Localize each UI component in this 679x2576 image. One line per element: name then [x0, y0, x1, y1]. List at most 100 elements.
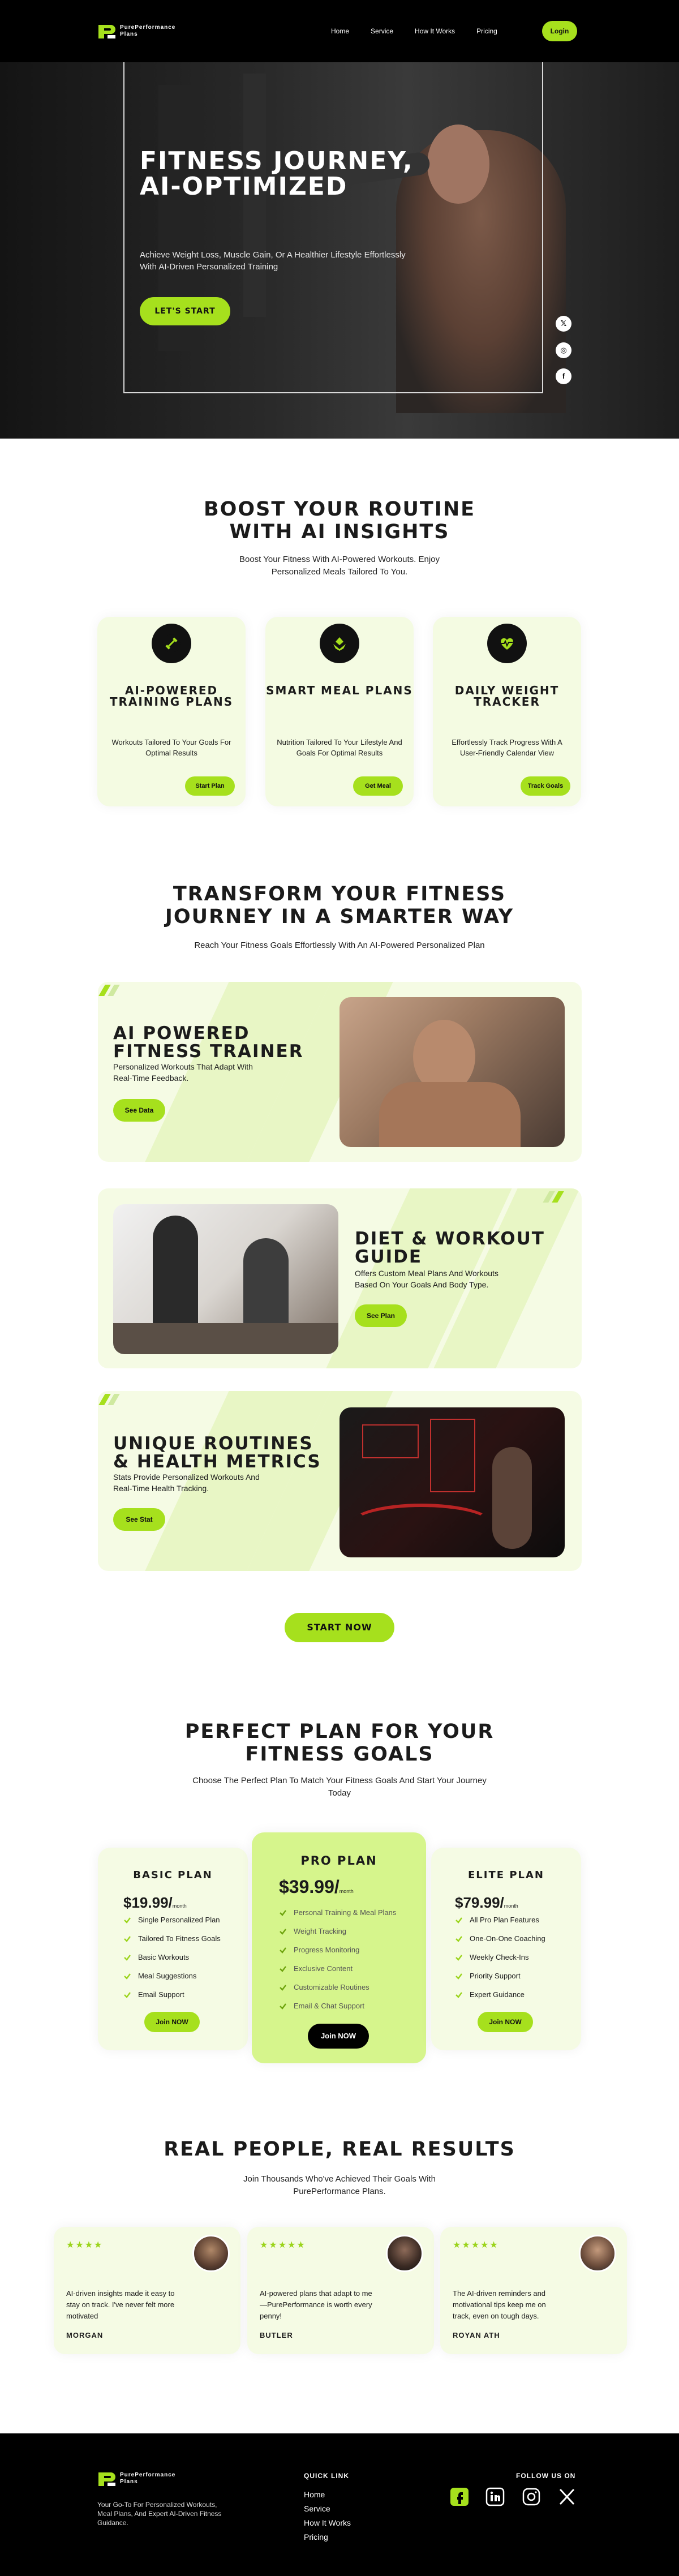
pricing-section-title: Perfect Plan For Your Fitness Goals: [184, 1720, 495, 1766]
see-data-button[interactable]: See Data: [113, 1099, 165, 1122]
testimonial-text: AI-powered plans that adapt to me—PurePe…: [260, 2289, 372, 2320]
check-icon: [455, 1917, 462, 1924]
feature-card-title: Daily Weight Tracker: [454, 684, 560, 709]
plan-price-period: month: [339, 1888, 354, 1894]
testimonials-section-subtitle: Join Thousands Who've Achieved Their Goa…: [243, 2174, 436, 2196]
nav-link-pricing[interactable]: Pricing: [476, 27, 497, 35]
transform-section-title: Transform Your Fitness Journey In A Smar…: [165, 883, 514, 928]
pricing-card-pro: Pro Plan $39.99/month Personal Training …: [252, 1832, 426, 2063]
plan-feature: Email & Chat Support: [279, 2002, 364, 2010]
lets-start-button[interactable]: Let's Start: [140, 297, 230, 325]
nav-link-service[interactable]: Service: [371, 27, 393, 35]
check-icon: [280, 1947, 286, 1954]
screen-shape: [430, 1419, 475, 1492]
linkedin-icon[interactable]: [485, 2487, 505, 2506]
person-shape: [492, 1447, 532, 1549]
join-now-button[interactable]: Join NOW: [144, 2012, 200, 2032]
feature-row-title: Diet & Workout Guide: [355, 1229, 545, 1267]
feature-card-title: Smart Meal Plans: [266, 684, 413, 697]
plan-price-period: month: [172, 1903, 187, 1909]
login-button[interactable]: Login: [542, 21, 577, 41]
track-goals-button[interactable]: Track Goals: [521, 776, 570, 796]
testimonial-text: AI-driven insights made it easy to stay …: [66, 2289, 175, 2320]
footer-link-how-it-works[interactable]: How It Works: [304, 2518, 351, 2527]
nav-link-home[interactable]: Home: [331, 27, 349, 35]
plan-feature: Personal Training & Meal Plans: [279, 1908, 396, 1917]
start-plan-button[interactable]: Start Plan: [185, 776, 235, 796]
logo-icon: [97, 2470, 117, 2487]
facebook-icon[interactable]: [450, 2487, 469, 2506]
check-icon: [280, 1928, 286, 1935]
instagram-icon[interactable]: ◎: [556, 342, 571, 358]
plan-feature-label: Email Support: [138, 1990, 184, 1999]
heart-pulse-icon: [487, 624, 527, 663]
avatar: [386, 2235, 423, 2272]
diet-workout-image: [113, 1204, 338, 1354]
feature-row-title: Unique Routines & Health Metrics: [113, 1433, 321, 1472]
plan-price: $39.99/month: [279, 1877, 354, 1897]
instagram-icon[interactable]: [522, 2487, 541, 2506]
plan-price-period: month: [504, 1903, 518, 1909]
footer-link-pricing[interactable]: Pricing: [304, 2532, 328, 2541]
nav-link-how-it-works[interactable]: How It Works: [415, 27, 455, 35]
plan-feature: All Pro Plan Features: [455, 1916, 539, 1924]
get-meal-button[interactable]: Get Meal: [353, 776, 403, 796]
feature-row-desc: Personalized Workouts That Adapt With Re…: [113, 1062, 253, 1083]
hero-subtitle: Achieve Weight Loss, Muscle Gain, Or A H…: [140, 250, 406, 272]
plan-feature-label: Customizable Routines: [294, 1983, 369, 1991]
join-now-button-pro[interactable]: Join NOW: [308, 2024, 369, 2049]
x-icon[interactable]: [557, 2487, 577, 2506]
check-icon: [124, 1973, 131, 1980]
check-icon: [455, 1991, 462, 1998]
check-icon: [124, 1991, 131, 1998]
check-icon: [455, 1973, 462, 1980]
trainer-phone-image: [340, 997, 565, 1147]
boost-section-subtitle: Boost Your Fitness With AI-Powered Worko…: [239, 555, 440, 577]
plan-feature-label: Priority Support: [470, 1972, 521, 1980]
plan-feature: Single Personalized Plan: [123, 1916, 220, 1924]
star-rating: ★★★★: [66, 2240, 104, 2250]
see-stat-button[interactable]: See Stat: [113, 1508, 165, 1531]
plan-feature-label: Weight Tracking: [294, 1927, 346, 1935]
plan-feature: Email Support: [123, 1990, 184, 1999]
start-now-button[interactable]: Start Now: [285, 1613, 394, 1642]
x-icon[interactable]: 𝕏: [556, 316, 571, 332]
plan-feature-label: Tailored To Fitness Goals: [138, 1934, 221, 1943]
footer-tagline: Your Go-To For Personalized Workouts, Me…: [97, 2501, 222, 2527]
plan-feature: Priority Support: [455, 1972, 521, 1980]
pricing-section-subtitle: Choose The Perfect Plan To Match Your Fi…: [192, 1776, 487, 1798]
plan-feature: Progress Monitoring: [279, 1946, 359, 1954]
plan-feature-label: Email & Chat Support: [294, 2002, 365, 2010]
plan-price: $19.99/month: [123, 1894, 187, 1912]
footer-link-service[interactable]: Service: [304, 2504, 330, 2513]
plan-price-value: $79.99/: [455, 1894, 504, 1911]
logo-icon: [97, 23, 117, 40]
plan-feature-label: Progress Monitoring: [294, 1946, 360, 1954]
battle-rope-shape: [351, 1504, 492, 1543]
facebook-icon[interactable]: f: [556, 368, 571, 384]
brand-name-line1: PurePerformance: [120, 24, 176, 31]
check-icon: [455, 1954, 462, 1961]
brand-logo[interactable]: PurePerformance Plans: [97, 23, 175, 40]
join-now-button[interactable]: Join NOW: [478, 2012, 533, 2032]
plan-feature-label: One-On-One Coaching: [470, 1934, 545, 1943]
dumbbell-icon: [152, 624, 191, 663]
feature-card-desc: Effortlessly Track Progress With A User-…: [452, 738, 562, 757]
feature-card-title: AI-Powered Training Plans: [109, 684, 234, 709]
testimonial-author: ROYAN ATH: [453, 2331, 500, 2339]
testimonial-text: The AI-driven reminders and motivational…: [453, 2289, 546, 2320]
brand-name-line2: Plans: [120, 31, 138, 37]
check-icon: [455, 1935, 462, 1942]
decorative-stripes: [543, 1191, 564, 1203]
plan-feature: Exclusive Content: [279, 1964, 353, 1973]
footer-link-home[interactable]: Home: [304, 2490, 325, 2499]
see-plan-button[interactable]: See Plan: [355, 1304, 407, 1327]
feature-row-desc: Offers Custom Meal Plans And Workouts Ba…: [355, 1269, 498, 1289]
footer-logo[interactable]: PurePerformance Plans: [97, 2470, 175, 2487]
plan-feature: Weekly Check-Ins: [455, 1953, 529, 1961]
feature-card-tracker: Daily Weight Tracker Effortlessly Track …: [433, 617, 581, 806]
plan-feature-label: Single Personalized Plan: [138, 1916, 220, 1924]
plan-feature: Expert Guidance: [455, 1990, 525, 1999]
feature-card-training: AI-Powered Training Plans Workouts Tailo…: [97, 617, 246, 806]
footer: PurePerformance Plans Your Go-To For Per…: [0, 2433, 679, 2576]
